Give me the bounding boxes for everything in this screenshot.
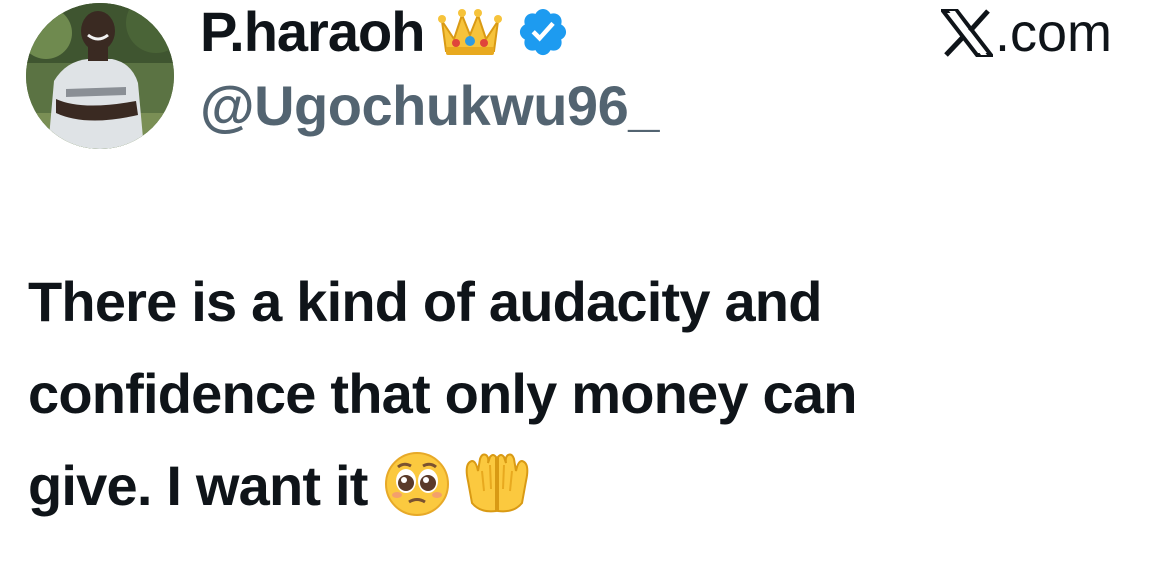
display-name-row: P.haraoh — [200, 2, 570, 62]
emoji-row — [384, 451, 534, 517]
verified-badge-icon — [516, 5, 570, 59]
tweet-line: There is a kind of audacity and — [28, 270, 822, 333]
tweet-line-last: give. I want it — [28, 440, 1138, 532]
avatar[interactable] — [26, 3, 174, 149]
palms-up-together-icon — [460, 451, 534, 517]
handle[interactable]: @Ugochukwu96_ — [200, 78, 659, 134]
pleading-face-icon — [384, 451, 450, 517]
source-label: .com — [938, 3, 1112, 63]
display-name[interactable]: P.haraoh — [200, 4, 425, 60]
source-domain: .com — [994, 3, 1112, 63]
crown-icon — [438, 5, 503, 59]
x-logo-icon — [938, 9, 996, 57]
tweet-line: confidence that only money can — [28, 362, 857, 425]
tweet-line-text: give. I want it — [28, 454, 368, 517]
tweet-text: There is a kind of audacity and confiden… — [28, 256, 1138, 532]
tweet-card: P.haraoh @Ugochukwu96_ .com There is a k… — [0, 0, 1170, 571]
